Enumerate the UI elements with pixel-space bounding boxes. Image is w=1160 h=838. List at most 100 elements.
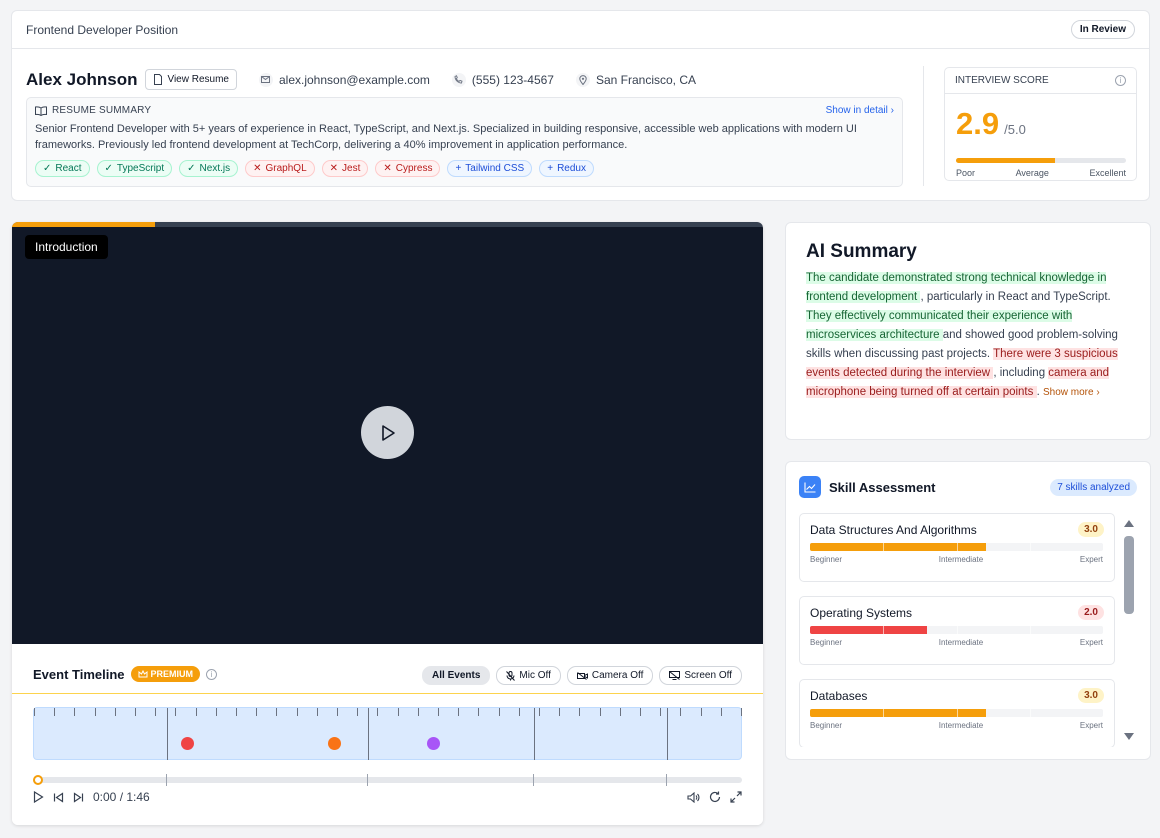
skill-item[interactable]: Databases 3.0 Beginner Intermediate Expert [799,679,1115,747]
skill-score-badge: 3.0 [1078,522,1104,537]
volume-icon[interactable] [687,791,700,803]
skill-tag-missing[interactable]: ✕ GraphQL [245,160,315,177]
show-in-detail-link[interactable]: Show in detail › [826,105,894,116]
timeline-tick [600,708,601,716]
resume-summary-box: RESUME SUMMARY Show in detail › Senior F… [26,97,903,187]
info-icon[interactable]: i [1115,75,1126,86]
skill-tag-label: React [55,163,82,174]
event-marker[interactable] [181,737,194,750]
skills-count-badge: 7 skills analyzed [1050,478,1137,496]
interview-score-max: /5.0 [1004,122,1026,137]
video-player-card: Introduction Event Timeline PREMIUM i Al… [12,222,763,825]
scroll-thumb[interactable] [1124,536,1134,614]
filter-screen-off-label: Screen Off [684,670,732,681]
interview-score-title: INTERVIEW SCORE [955,75,1049,86]
skill-item[interactable]: Operating Systems 2.0 Beginner Intermediate… [799,596,1115,665]
skill-tag-missing[interactable]: ✕ Cypress [375,160,441,177]
skill-tag-match[interactable]: ✓ TypeScript [96,160,173,177]
map-pin-icon [575,72,590,87]
skip-forward-icon[interactable] [73,791,84,803]
timeline-tick [256,708,257,716]
skill-tag-match[interactable]: ✓ Next.js [179,160,239,177]
interview-score-fill [956,158,1055,163]
skill-scale-expert: Expert [1079,721,1103,730]
playback-time: 0:00 / 1:46 [93,790,150,804]
play-icon [381,424,395,441]
skill-level-fill [810,626,928,634]
candidate-info-row: Alex Johnson View Resume alex.johnson@ex… [26,69,696,90]
play-button[interactable] [361,406,414,459]
ai-summary-text: The candidate demonstrated strong techni… [806,272,1118,398]
resume-summary-label: RESUME SUMMARY [52,105,152,116]
play-small-icon[interactable] [33,791,44,803]
phone-contact[interactable]: (555) 123-4567 [451,72,554,87]
skill-tag-extra[interactable]: + Tailwind CSS [447,160,533,177]
timeline-tick [236,708,237,716]
skill-tag-label: Tailwind CSS [465,163,525,174]
timeline-tick [499,708,500,716]
candidate-header-card: Frontend Developer Position In Review Al… [11,10,1150,201]
segment-marker [368,708,369,760]
timeline-tick [135,708,136,716]
scrubber-handle[interactable] [33,775,43,785]
x-icon: ✕ [329,163,339,174]
skill-name: Data Structures And Algorithms [810,522,977,537]
video-area[interactable]: Introduction [12,227,763,644]
timeline-tick [701,708,702,716]
event-timeline-panel: Event Timeline PREMIUM i All Events Mic … [12,644,763,825]
email-contact[interactable]: alex.johnson@example.com [258,72,430,87]
skill-tag-label: Cypress [395,163,433,174]
segment-marker [667,708,668,760]
playback-controls: 0:00 / 1:46 [33,790,742,804]
chevron-right-icon: › [890,105,894,116]
skill-list[interactable]: Data Structures And Algorithms 3.0 Beginne… [799,513,1115,747]
skill-name: Databases [810,688,868,703]
scrub-marker [533,774,534,786]
event-marker[interactable] [427,737,440,750]
location-contact: San Francisco, CA [575,72,696,87]
timeline-tick [317,708,318,716]
filter-all-events[interactable]: All Events [422,666,491,685]
skill-item[interactable]: Data Structures And Algorithms 3.0 Beginne… [799,513,1115,582]
skill-list-scrollbar[interactable] [1123,519,1135,741]
skill-scale-expert: Expert [1079,555,1103,564]
filter-screen-off[interactable]: Screen Off [659,666,742,685]
scroll-up-icon[interactable] [1123,519,1135,529]
score-scale-excellent: Excellent [1089,168,1126,178]
ai-summary-card: AI Summary The candidate demonstrated st… [785,222,1151,440]
timeline-tick [34,708,35,716]
replay-icon[interactable] [709,791,721,803]
show-more-label: Show more [1042,387,1094,398]
scroll-down-icon[interactable] [1123,731,1135,741]
fullscreen-icon[interactable] [730,791,742,803]
show-more-link[interactable]: Show more › [1043,387,1100,398]
crown-icon [138,670,148,678]
skill-bar-separator [956,709,958,717]
skill-score-badge: 3.0 [1078,688,1104,703]
timeline-track[interactable] [33,707,742,760]
skill-scale-beginner: Beginner [810,555,843,564]
timeline-tick [640,708,641,716]
candidate-name: Alex Johnson [26,69,138,89]
skill-bar-separator [1029,709,1031,717]
filter-camera-off[interactable]: Camera Off [566,666,654,685]
camera-off-icon [576,671,588,680]
skill-tag-missing[interactable]: ✕ Jest [321,160,369,177]
skill-tag-match[interactable]: ✓ React [35,160,90,177]
skill-tag-extra[interactable]: + Redux [539,160,594,177]
skip-back-icon[interactable] [53,791,64,803]
scrub-marker [666,774,667,786]
filter-mic-off[interactable]: Mic Off [496,666,561,685]
skill-scale-intermediate: Intermediate [938,638,984,647]
position-title: Frontend Developer Position [26,22,179,37]
line-chart-icon [799,476,821,498]
skill-scale: Beginner Intermediate Expert [810,638,1103,647]
chapter-label: Introduction [25,235,108,259]
playback-scrubber[interactable] [33,774,742,786]
skill-name: Operating Systems [810,605,913,620]
view-resume-button[interactable]: View Resume [145,69,237,90]
check-icon: ✓ [43,163,52,174]
timeline-info-icon[interactable]: i [206,668,218,680]
event-marker[interactable] [328,737,341,750]
timeline-divider [12,693,763,694]
